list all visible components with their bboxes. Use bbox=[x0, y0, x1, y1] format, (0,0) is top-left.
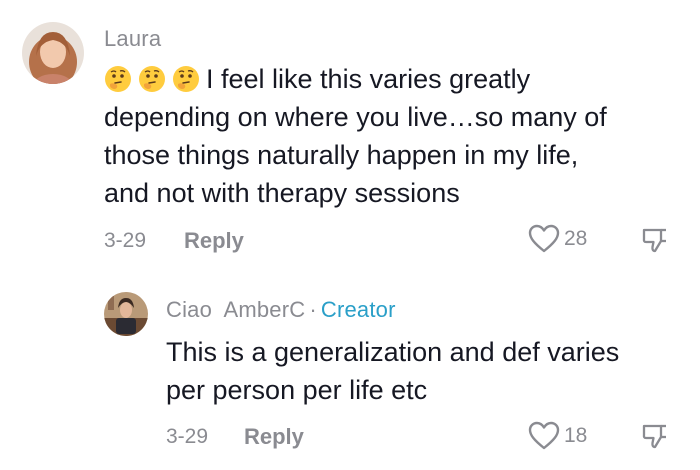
comment-date: 3-29 bbox=[104, 229, 147, 252]
thinking-face-emoji-icon bbox=[139, 66, 165, 92]
comment-text-line-2: depending on where you live…so many of bbox=[104, 102, 607, 132]
thinking-face-emoji-icon bbox=[173, 66, 199, 92]
thinking-face-emoji-icon bbox=[105, 66, 131, 92]
reply-button[interactable]: Reply bbox=[244, 424, 304, 450]
heart-icon bbox=[528, 224, 560, 253]
comment-username[interactable]: Laura bbox=[104, 26, 161, 52]
comment-text: I feel like this varies greatly dependin… bbox=[104, 60, 607, 212]
dislike-button[interactable] bbox=[641, 422, 669, 455]
thumbs-down-icon bbox=[642, 424, 666, 449]
heart-icon bbox=[528, 421, 560, 450]
separator-dot: · bbox=[309, 297, 317, 322]
avatar[interactable] bbox=[22, 22, 84, 84]
thumbs-down-icon bbox=[642, 228, 666, 253]
comment-text-line-3: those things naturally happen in my life… bbox=[104, 140, 579, 170]
like-count: 28 bbox=[564, 227, 588, 250]
like-button[interactable]: 18 bbox=[528, 421, 587, 451]
comment-text-segment: I feel like this varies greatly bbox=[206, 64, 531, 94]
reply-username-line: Ciao AmberC · Creator bbox=[166, 297, 396, 323]
avatar[interactable] bbox=[104, 292, 148, 336]
reply-button[interactable]: Reply bbox=[184, 228, 244, 254]
like-button[interactable]: 28 bbox=[528, 224, 587, 254]
emoji-group bbox=[104, 65, 200, 93]
comment-text-line-1: I feel like this varies greatly bbox=[104, 60, 607, 98]
reply-username[interactable]: Ciao AmberC bbox=[166, 297, 305, 322]
reply-text-line-2: per person per life etc bbox=[166, 375, 428, 405]
reply-text-line-1: This is a generalization and def varies bbox=[166, 337, 620, 367]
like-count: 18 bbox=[564, 424, 588, 447]
comment-text-line-4: and not with therapy sessions bbox=[104, 178, 460, 208]
creator-badge: Creator bbox=[320, 297, 396, 322]
reply-date: 3-29 bbox=[166, 425, 209, 448]
reply-text: This is a generalization and def varies … bbox=[166, 333, 619, 409]
dislike-button[interactable] bbox=[641, 226, 669, 259]
